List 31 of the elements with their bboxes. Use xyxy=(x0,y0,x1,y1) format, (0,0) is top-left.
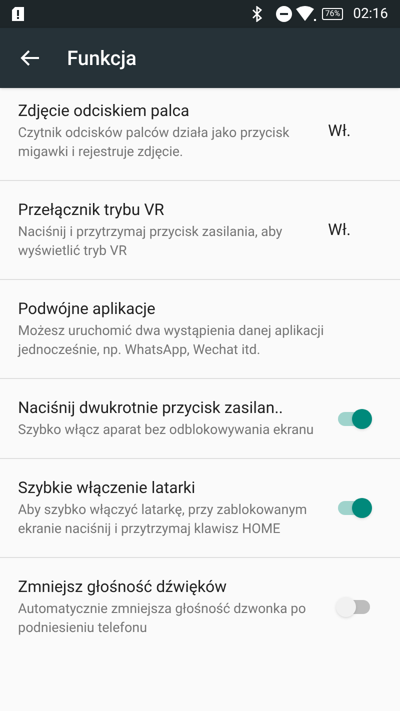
setting-title: Podwójne aplikacje xyxy=(18,298,156,320)
battery-indicator: 76% xyxy=(322,8,344,20)
setting-row[interactable]: Zdjęcie odciskiem palca Czytnik odcisków palców działa jako przycisk migawki i rejestruje zdjęcie. Wł. xyxy=(0,82,400,181)
setting-title: Przełącznik trybu VR xyxy=(18,199,166,221)
toggle-switch[interactable] xyxy=(336,408,372,428)
toggle-switch[interactable] xyxy=(336,597,372,617)
setting-summary: Czytnik odcisków palców działa jako przycisk migawki i rejestruje zdjęcie. xyxy=(18,124,290,162)
wifi-icon xyxy=(296,6,316,22)
setting-summary: Naciśnij i przytrzymaj przycisk zasilania, aby wyświetlić tryb VR xyxy=(18,223,284,261)
setting-row[interactable]: Przełącznik trybu VR Naciśnij i przytrzymaj przycisk zasilania, aby wyświetlić tryb VR Wł. xyxy=(0,181,400,280)
setting-row[interactable]: Zmniejsz głośność dźwięków Automatycznie zmniejsza głośność dzwonka po podniesieniu telefonu xyxy=(0,558,400,656)
clock: 02:16 xyxy=(353,4,388,24)
setting-row[interactable]: Szybkie włączenie latarki Aby szybko włączyć latarkę, przy zablokowanym ekranie naciśnij i przytrzymaj klawisz HOME xyxy=(0,459,400,558)
setting-title: Szybkie włączenie latarki xyxy=(18,477,196,499)
setting-value: Wł. xyxy=(328,219,352,241)
page-title: Funkcja xyxy=(67,45,137,72)
setting-value: Wł. xyxy=(328,120,352,142)
bluetooth-icon xyxy=(252,6,262,22)
setting-title: Zdjęcie odciskiem palca xyxy=(18,100,190,122)
setting-summary: Automatycznie zmniejsza głośność dzwonka po podniesieniu telefonu xyxy=(18,600,307,638)
do-not-disturb-icon xyxy=(276,6,292,22)
setting-title: Zmniejsz głośność dźwięków xyxy=(18,576,228,598)
setting-summary: Możesz uruchomić dwa wystąpienia danej aplikacji jednocześnie, np. WhatsApp, Wechat itd. xyxy=(18,322,325,360)
toggle-switch[interactable] xyxy=(336,498,372,518)
setting-summary: Szybko włącz aparat bez odblokowywania ekranu xyxy=(18,421,315,440)
setting-summary: Aby szybko włączyć latarkę, przy zablokowanym ekranie naciśnij i przytrzymaj klawisz HOME xyxy=(18,501,308,539)
setting-title: Naciśnij dwukrotnie przycisk zasilan.. xyxy=(18,397,284,419)
sim-alert-icon xyxy=(12,7,24,21)
setting-row[interactable]: Naciśnij dwukrotnie przycisk zasilan.. Szybko włącz aparat bez odblokowywania ekranu xyxy=(0,379,400,459)
setting-row[interactable]: Podwójne aplikacje Możesz uruchomić dwa wystąpienia danej aplikacji jednocześnie, np. WhatsApp, Wechat itd. xyxy=(0,280,400,379)
back-arrow-icon[interactable] xyxy=(20,49,40,67)
